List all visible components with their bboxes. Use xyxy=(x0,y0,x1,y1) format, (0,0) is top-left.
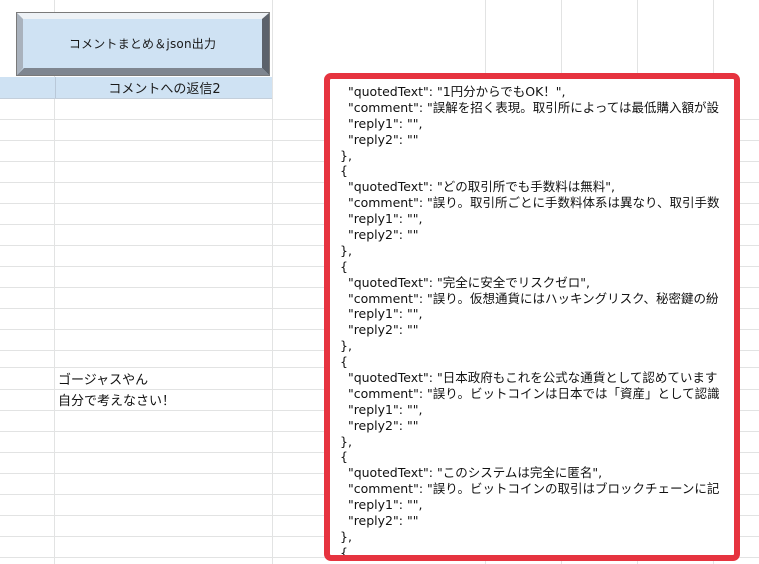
json-line: }, xyxy=(340,433,352,449)
json-line: "quotedText": "日本政府もこれを公式な通貨として認めています xyxy=(340,370,718,386)
json-line: "reply2": "" xyxy=(340,322,419,338)
button-bevel xyxy=(17,68,269,75)
json-line: "reply1": "", xyxy=(340,306,423,322)
json-line: "reply1": "", xyxy=(340,115,423,131)
json-line: "reply1": "", xyxy=(340,497,423,513)
column-header-reply2[interactable]: コメントへの返信2 xyxy=(55,77,273,98)
cell-reply-gorgeous[interactable]: ゴージャスやん xyxy=(58,369,148,388)
json-line: { xyxy=(340,449,348,465)
json-line: "comment": "誤り。取引所ごとに手数料体系は異なり、取引手数 xyxy=(340,195,720,211)
json-line: "quotedText": "このシステムは完全に匿名", xyxy=(340,465,603,481)
json-line: "comment": "誤り。ビットコインの取引はブロックチェーンに記 xyxy=(340,481,720,497)
json-output-panel[interactable]: "quotedText": "1円分からでもOK！", "comment": "… xyxy=(324,73,740,561)
button-bevel xyxy=(262,13,269,75)
export-comments-json-button[interactable]: コメントまとめ＆json出力 xyxy=(16,12,270,76)
json-line: "reply2": "" xyxy=(340,227,419,243)
cell-reply-think[interactable]: 自分で考えなさい！ xyxy=(58,390,175,409)
json-line: "reply2": "" xyxy=(340,513,419,529)
json-line: "quotedText": "完全に安全でリスクゼロ", xyxy=(340,274,590,290)
json-line: }, xyxy=(340,242,352,258)
json-line: "quotedText": "1円分からでもOK！", xyxy=(340,84,566,99)
json-line: "reply1": "", xyxy=(340,401,423,417)
json-line: }, xyxy=(340,147,352,163)
json-line: "reply1": "", xyxy=(340,211,423,227)
json-line: "quotedText": "どの取引所でも手数料は無料", xyxy=(340,179,615,195)
json-line: }, xyxy=(340,528,352,544)
json-line: "comment": "誤り。ビットコインは日本では「資産」として認識 xyxy=(340,385,720,401)
export-comments-json-button-label: コメントまとめ＆json出力 xyxy=(23,19,262,68)
json-line: "comment": "誤り。仮想通貨にはハッキングリスク、秘密鍵の紛 xyxy=(340,290,719,306)
json-line: { xyxy=(340,163,348,179)
json-line: { xyxy=(340,258,348,274)
header-row: コメントへの返信2 xyxy=(0,77,272,99)
json-line: { xyxy=(340,354,348,370)
json-line: "reply2": "" xyxy=(340,131,419,147)
json-line: "reply2": "" xyxy=(340,417,419,433)
json-line: }, xyxy=(340,338,352,354)
json-line: "comment": "誤解を招く表現。取引所によっては最低購入額が設 xyxy=(340,99,720,115)
json-line: { xyxy=(340,544,348,560)
json-output-text: "quotedText": "1円分からでもOK！", "comment": "… xyxy=(340,84,734,560)
